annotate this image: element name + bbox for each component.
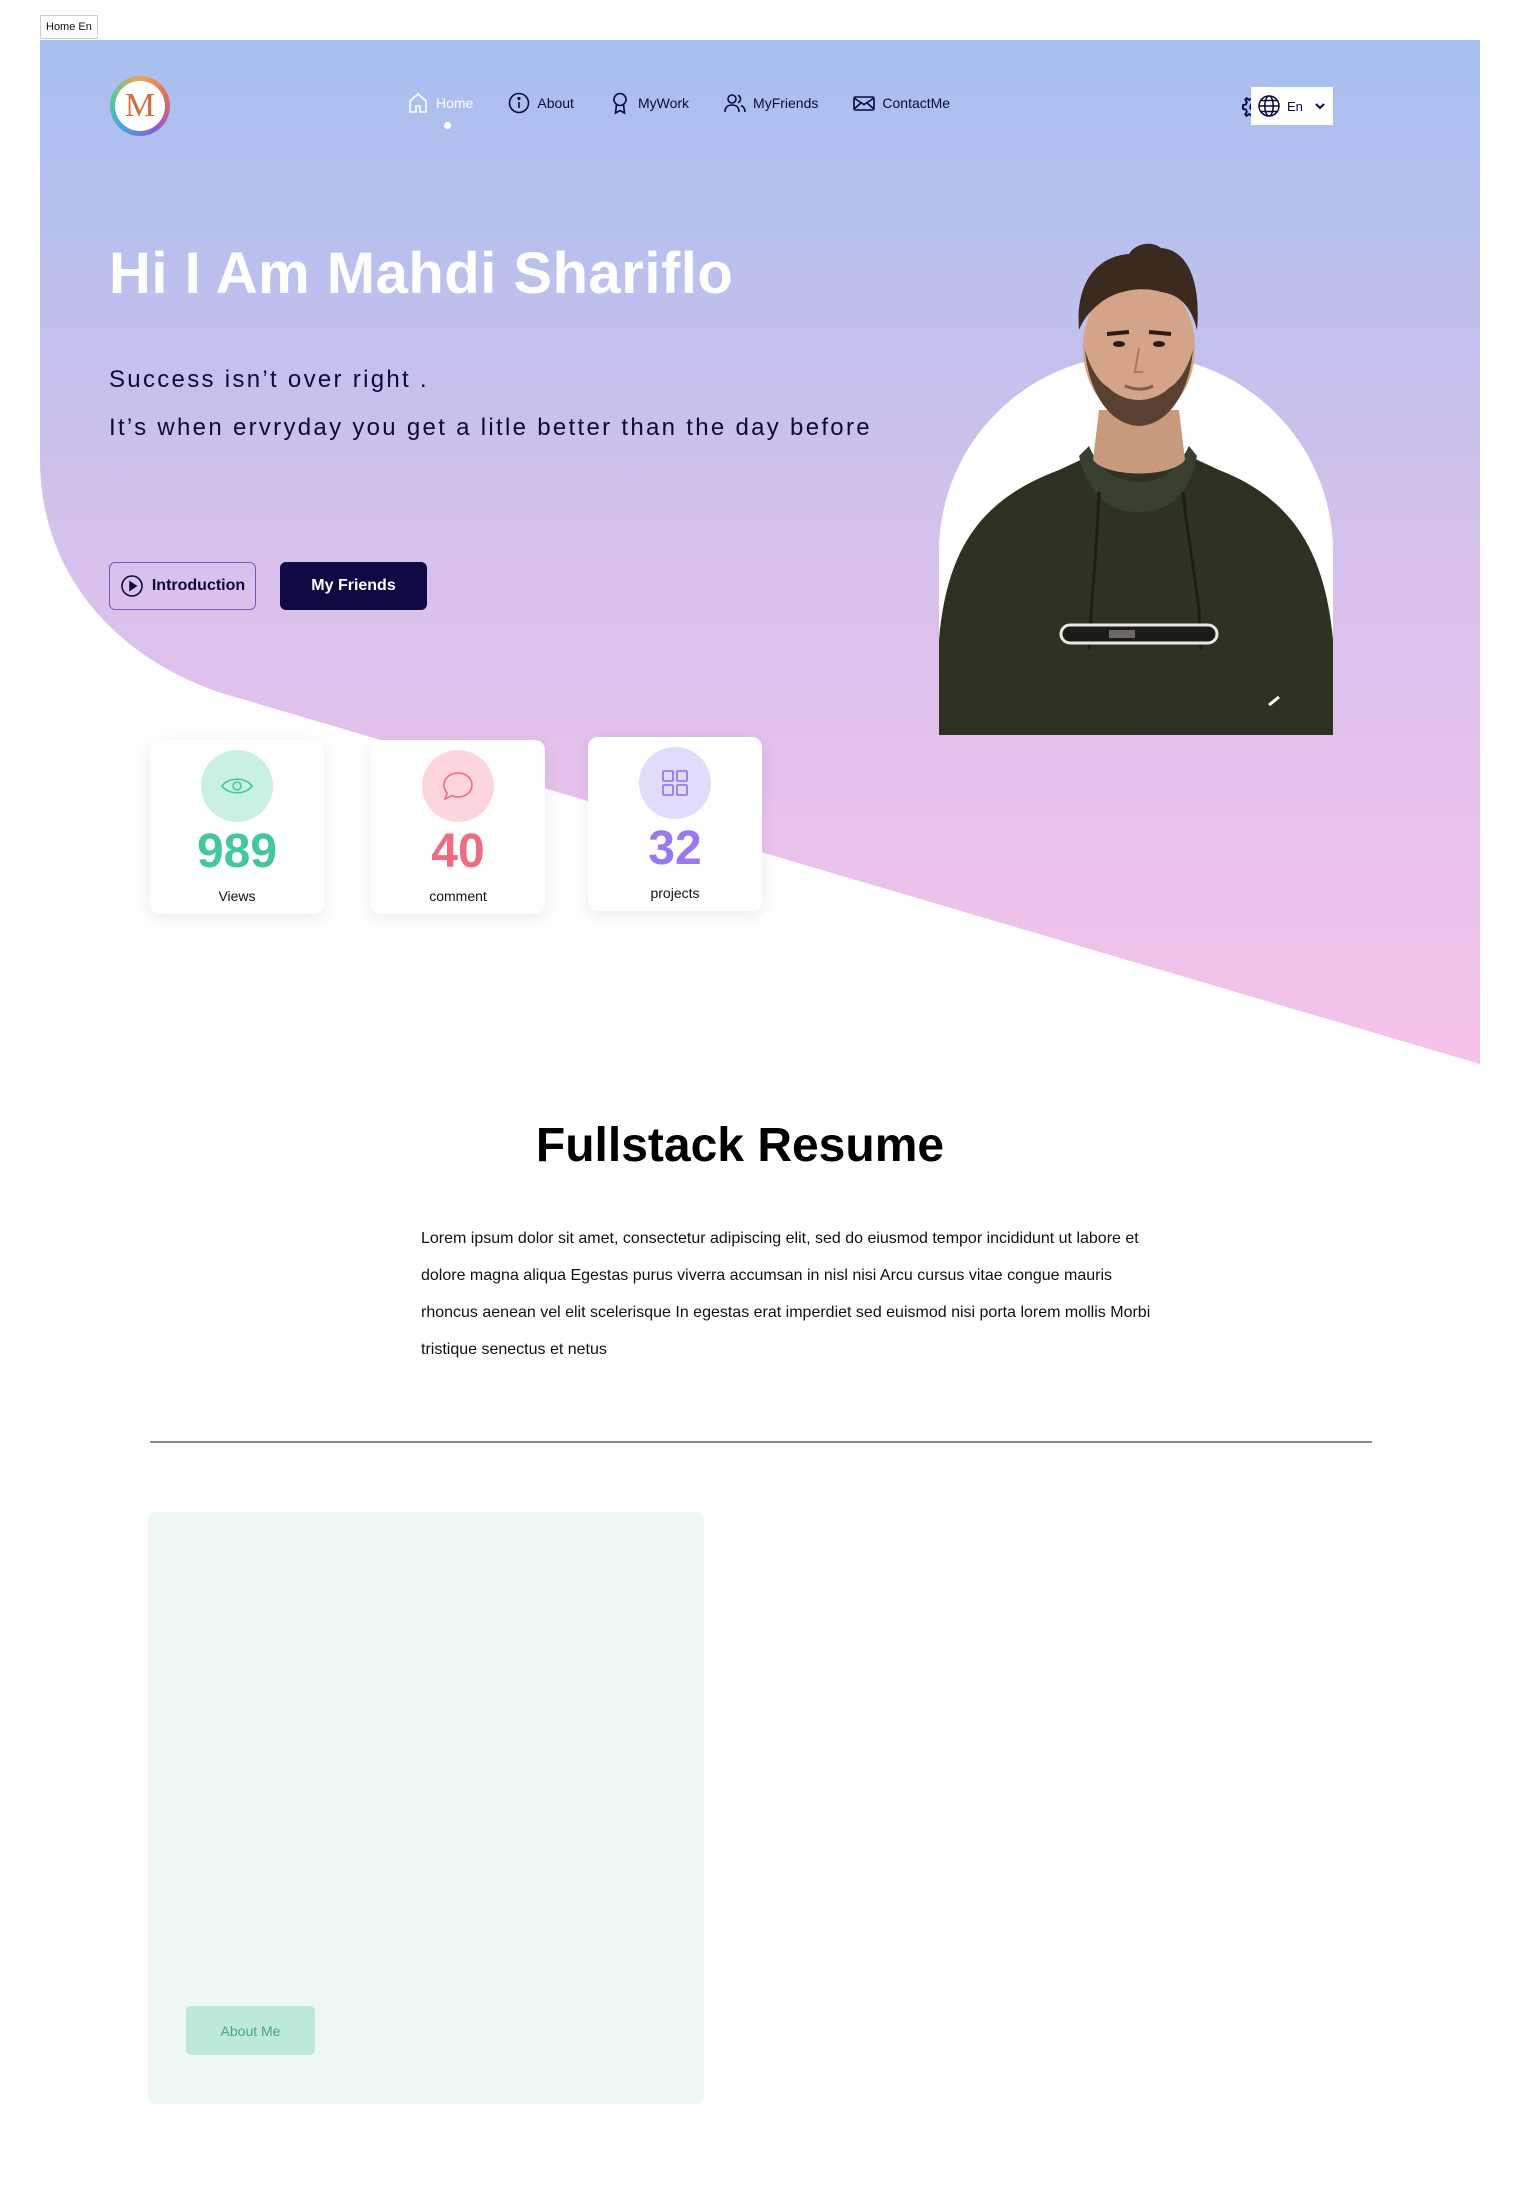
- nav-item-myfriends[interactable]: MyFriends: [723, 91, 818, 115]
- stat-value-comments: 40: [431, 825, 485, 878]
- about-me-label: About Me: [220, 2022, 281, 2039]
- about-card: About Me: [148, 1512, 704, 2104]
- nav-label-myfriends: MyFriends: [753, 95, 819, 111]
- my-friends-button[interactable]: My Friends: [280, 562, 427, 610]
- stat-value-projects: 32: [648, 822, 702, 875]
- resume-title: Fullstack Resume: [535, 1119, 945, 1172]
- nav-item-mywork[interactable]: MyWork: [608, 91, 689, 115]
- stat-card-comments: 40 comment: [371, 740, 545, 914]
- users-icon: [724, 94, 746, 113]
- award-icon: [613, 92, 627, 115]
- stat-card-projects: 32 projects: [588, 737, 762, 911]
- profile-photo: [939, 220, 1333, 735]
- chat-icon: [443, 772, 473, 801]
- main-nav: Home About MyWork MyFriends ContactMe: [406, 88, 984, 129]
- introduction-button[interactable]: Introduction: [109, 562, 256, 610]
- nav-item-contactme[interactable]: ContactMe: [852, 91, 950, 115]
- stat-label-views: Views: [218, 888, 256, 904]
- person-illustration: [939, 243, 1333, 735]
- play-icon: [121, 575, 143, 597]
- stat-label-comments: comment: [429, 888, 487, 904]
- browser-tab-label: Home En: [40, 15, 98, 39]
- eye-icon: [221, 778, 253, 794]
- stat-icon-circle: [639, 747, 711, 819]
- stat-icon-circle: [201, 750, 273, 822]
- hero-title: Hi I Am Mahdi Shariflo: [109, 241, 734, 306]
- my-friends-label: My Friends: [311, 577, 396, 594]
- chevron-down-icon: [1315, 103, 1325, 110]
- language-select[interactable]: En: [1251, 87, 1333, 125]
- stat-card-views: 989 Views: [150, 740, 324, 914]
- logo-letter: M: [115, 81, 165, 131]
- nav-label-home: Home: [436, 95, 474, 111]
- site-logo[interactable]: M: [110, 76, 170, 136]
- nav-label-contactme: ContactMe: [882, 95, 951, 111]
- home-icon: [409, 92, 427, 113]
- section-divider: [150, 1441, 1372, 1443]
- nav-item-about[interactable]: About: [507, 91, 574, 115]
- stat-icon-circle: [422, 750, 494, 822]
- introduction-label: Introduction: [151, 577, 246, 594]
- resume-description: Lorem ipsum dolor sit amet, consectetur …: [421, 1230, 1151, 1358]
- active-indicator: [443, 122, 451, 129]
- language-value: En: [1287, 98, 1303, 114]
- stat-label-projects: projects: [650, 885, 700, 901]
- mail-icon: [853, 96, 876, 111]
- globe-icon: [1258, 95, 1280, 117]
- hero-tagline-2: It’s when ervryday you get a litle bette…: [109, 414, 872, 441]
- about-me-button[interactable]: About Me: [186, 2006, 315, 2055]
- hero-tagline-1: Success isn’t over right .: [109, 366, 429, 393]
- nav-label-about: About: [537, 95, 574, 111]
- grid-icon: [662, 770, 688, 796]
- stat-value-views: 989: [196, 825, 278, 878]
- nav-item-home[interactable]: Home: [406, 91, 474, 129]
- nav-label-mywork: MyWork: [637, 95, 690, 111]
- info-icon: [509, 92, 530, 114]
